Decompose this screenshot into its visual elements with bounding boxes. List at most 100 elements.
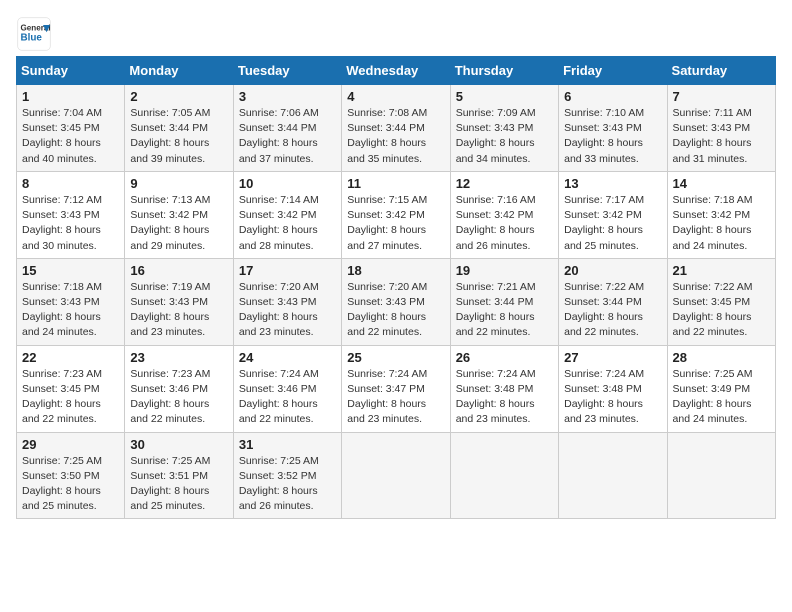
day-number: 11 bbox=[347, 176, 444, 191]
weekday-header-cell: Friday bbox=[559, 57, 667, 85]
day-number: 19 bbox=[456, 263, 553, 278]
calendar-day-cell: 16 Sunrise: 7:19 AMSunset: 3:43 PMDaylig… bbox=[125, 258, 233, 345]
calendar-day-cell: 11 Sunrise: 7:15 AMSunset: 3:42 PMDaylig… bbox=[342, 171, 450, 258]
weekday-header-cell: Sunday bbox=[17, 57, 125, 85]
calendar-day-cell: 3 Sunrise: 7:06 AMSunset: 3:44 PMDayligh… bbox=[233, 85, 341, 172]
calendar-day-cell: 24 Sunrise: 7:24 AMSunset: 3:46 PMDaylig… bbox=[233, 345, 341, 432]
calendar-day-cell bbox=[450, 432, 558, 519]
day-number: 28 bbox=[673, 350, 770, 365]
day-detail: Sunrise: 7:20 AMSunset: 3:43 PMDaylight:… bbox=[347, 281, 427, 339]
calendar-day-cell: 5 Sunrise: 7:09 AMSunset: 3:43 PMDayligh… bbox=[450, 85, 558, 172]
day-number: 8 bbox=[22, 176, 119, 191]
day-detail: Sunrise: 7:05 AMSunset: 3:44 PMDaylight:… bbox=[130, 107, 210, 165]
day-detail: Sunrise: 7:24 AMSunset: 3:46 PMDaylight:… bbox=[239, 368, 319, 426]
day-detail: Sunrise: 7:18 AMSunset: 3:43 PMDaylight:… bbox=[22, 281, 102, 339]
calendar-day-cell: 9 Sunrise: 7:13 AMSunset: 3:42 PMDayligh… bbox=[125, 171, 233, 258]
calendar-day-cell: 12 Sunrise: 7:16 AMSunset: 3:42 PMDaylig… bbox=[450, 171, 558, 258]
header: General Blue bbox=[16, 16, 776, 52]
logo: General Blue bbox=[16, 16, 52, 52]
day-number: 23 bbox=[130, 350, 227, 365]
day-number: 10 bbox=[239, 176, 336, 191]
day-number: 24 bbox=[239, 350, 336, 365]
day-detail: Sunrise: 7:04 AMSunset: 3:45 PMDaylight:… bbox=[22, 107, 102, 165]
calendar-week-row: 15 Sunrise: 7:18 AMSunset: 3:43 PMDaylig… bbox=[17, 258, 776, 345]
day-detail: Sunrise: 7:22 AMSunset: 3:44 PMDaylight:… bbox=[564, 281, 644, 339]
day-detail: Sunrise: 7:10 AMSunset: 3:43 PMDaylight:… bbox=[564, 107, 644, 165]
calendar-day-cell: 19 Sunrise: 7:21 AMSunset: 3:44 PMDaylig… bbox=[450, 258, 558, 345]
day-detail: Sunrise: 7:16 AMSunset: 3:42 PMDaylight:… bbox=[456, 194, 536, 252]
weekday-header-cell: Thursday bbox=[450, 57, 558, 85]
day-detail: Sunrise: 7:24 AMSunset: 3:48 PMDaylight:… bbox=[456, 368, 536, 426]
day-detail: Sunrise: 7:11 AMSunset: 3:43 PMDaylight:… bbox=[673, 107, 752, 165]
day-number: 25 bbox=[347, 350, 444, 365]
calendar-day-cell: 17 Sunrise: 7:20 AMSunset: 3:43 PMDaylig… bbox=[233, 258, 341, 345]
day-detail: Sunrise: 7:25 AMSunset: 3:50 PMDaylight:… bbox=[22, 455, 102, 513]
day-detail: Sunrise: 7:12 AMSunset: 3:43 PMDaylight:… bbox=[22, 194, 102, 252]
calendar-day-cell: 22 Sunrise: 7:23 AMSunset: 3:45 PMDaylig… bbox=[17, 345, 125, 432]
day-number: 15 bbox=[22, 263, 119, 278]
day-number: 4 bbox=[347, 89, 444, 104]
calendar-day-cell: 4 Sunrise: 7:08 AMSunset: 3:44 PMDayligh… bbox=[342, 85, 450, 172]
calendar-day-cell bbox=[342, 432, 450, 519]
day-detail: Sunrise: 7:09 AMSunset: 3:43 PMDaylight:… bbox=[456, 107, 536, 165]
day-detail: Sunrise: 7:24 AMSunset: 3:48 PMDaylight:… bbox=[564, 368, 644, 426]
calendar-day-cell: 13 Sunrise: 7:17 AMSunset: 3:42 PMDaylig… bbox=[559, 171, 667, 258]
day-number: 9 bbox=[130, 176, 227, 191]
calendar-day-cell: 1 Sunrise: 7:04 AMSunset: 3:45 PMDayligh… bbox=[17, 85, 125, 172]
calendar-day-cell: 7 Sunrise: 7:11 AMSunset: 3:43 PMDayligh… bbox=[667, 85, 775, 172]
day-number: 16 bbox=[130, 263, 227, 278]
day-detail: Sunrise: 7:17 AMSunset: 3:42 PMDaylight:… bbox=[564, 194, 644, 252]
day-number: 3 bbox=[239, 89, 336, 104]
day-number: 13 bbox=[564, 176, 661, 191]
calendar-day-cell: 6 Sunrise: 7:10 AMSunset: 3:43 PMDayligh… bbox=[559, 85, 667, 172]
calendar-day-cell: 8 Sunrise: 7:12 AMSunset: 3:43 PMDayligh… bbox=[17, 171, 125, 258]
day-number: 17 bbox=[239, 263, 336, 278]
logo-icon: General Blue bbox=[16, 16, 52, 52]
day-number: 5 bbox=[456, 89, 553, 104]
day-number: 26 bbox=[456, 350, 553, 365]
calendar-day-cell bbox=[559, 432, 667, 519]
weekday-header-cell: Tuesday bbox=[233, 57, 341, 85]
weekday-header-cell: Saturday bbox=[667, 57, 775, 85]
calendar-day-cell bbox=[667, 432, 775, 519]
calendar-day-cell: 2 Sunrise: 7:05 AMSunset: 3:44 PMDayligh… bbox=[125, 85, 233, 172]
day-detail: Sunrise: 7:15 AMSunset: 3:42 PMDaylight:… bbox=[347, 194, 427, 252]
day-number: 21 bbox=[673, 263, 770, 278]
calendar-day-cell: 20 Sunrise: 7:22 AMSunset: 3:44 PMDaylig… bbox=[559, 258, 667, 345]
calendar-week-row: 29 Sunrise: 7:25 AMSunset: 3:50 PMDaylig… bbox=[17, 432, 776, 519]
day-detail: Sunrise: 7:06 AMSunset: 3:44 PMDaylight:… bbox=[239, 107, 319, 165]
calendar-day-cell: 26 Sunrise: 7:24 AMSunset: 3:48 PMDaylig… bbox=[450, 345, 558, 432]
day-number: 18 bbox=[347, 263, 444, 278]
day-detail: Sunrise: 7:22 AMSunset: 3:45 PMDaylight:… bbox=[673, 281, 753, 339]
weekday-header: SundayMondayTuesdayWednesdayThursdayFrid… bbox=[17, 57, 776, 85]
day-number: 6 bbox=[564, 89, 661, 104]
day-number: 22 bbox=[22, 350, 119, 365]
day-number: 20 bbox=[564, 263, 661, 278]
day-number: 31 bbox=[239, 437, 336, 452]
day-detail: Sunrise: 7:25 AMSunset: 3:51 PMDaylight:… bbox=[130, 455, 210, 513]
weekday-header-cell: Monday bbox=[125, 57, 233, 85]
day-detail: Sunrise: 7:24 AMSunset: 3:47 PMDaylight:… bbox=[347, 368, 427, 426]
day-number: 29 bbox=[22, 437, 119, 452]
calendar: SundayMondayTuesdayWednesdayThursdayFrid… bbox=[16, 56, 776, 519]
day-detail: Sunrise: 7:19 AMSunset: 3:43 PMDaylight:… bbox=[130, 281, 210, 339]
day-number: 14 bbox=[673, 176, 770, 191]
day-detail: Sunrise: 7:25 AMSunset: 3:52 PMDaylight:… bbox=[239, 455, 319, 513]
day-detail: Sunrise: 7:20 AMSunset: 3:43 PMDaylight:… bbox=[239, 281, 319, 339]
day-detail: Sunrise: 7:25 AMSunset: 3:49 PMDaylight:… bbox=[673, 368, 753, 426]
svg-text:Blue: Blue bbox=[21, 32, 43, 43]
day-number: 12 bbox=[456, 176, 553, 191]
calendar-day-cell: 21 Sunrise: 7:22 AMSunset: 3:45 PMDaylig… bbox=[667, 258, 775, 345]
day-number: 1 bbox=[22, 89, 119, 104]
calendar-day-cell: 29 Sunrise: 7:25 AMSunset: 3:50 PMDaylig… bbox=[17, 432, 125, 519]
calendar-week-row: 22 Sunrise: 7:23 AMSunset: 3:45 PMDaylig… bbox=[17, 345, 776, 432]
calendar-day-cell: 14 Sunrise: 7:18 AMSunset: 3:42 PMDaylig… bbox=[667, 171, 775, 258]
calendar-week-row: 8 Sunrise: 7:12 AMSunset: 3:43 PMDayligh… bbox=[17, 171, 776, 258]
day-number: 7 bbox=[673, 89, 770, 104]
day-detail: Sunrise: 7:23 AMSunset: 3:46 PMDaylight:… bbox=[130, 368, 210, 426]
calendar-day-cell: 28 Sunrise: 7:25 AMSunset: 3:49 PMDaylig… bbox=[667, 345, 775, 432]
day-detail: Sunrise: 7:08 AMSunset: 3:44 PMDaylight:… bbox=[347, 107, 427, 165]
calendar-day-cell: 18 Sunrise: 7:20 AMSunset: 3:43 PMDaylig… bbox=[342, 258, 450, 345]
day-number: 2 bbox=[130, 89, 227, 104]
day-detail: Sunrise: 7:23 AMSunset: 3:45 PMDaylight:… bbox=[22, 368, 102, 426]
